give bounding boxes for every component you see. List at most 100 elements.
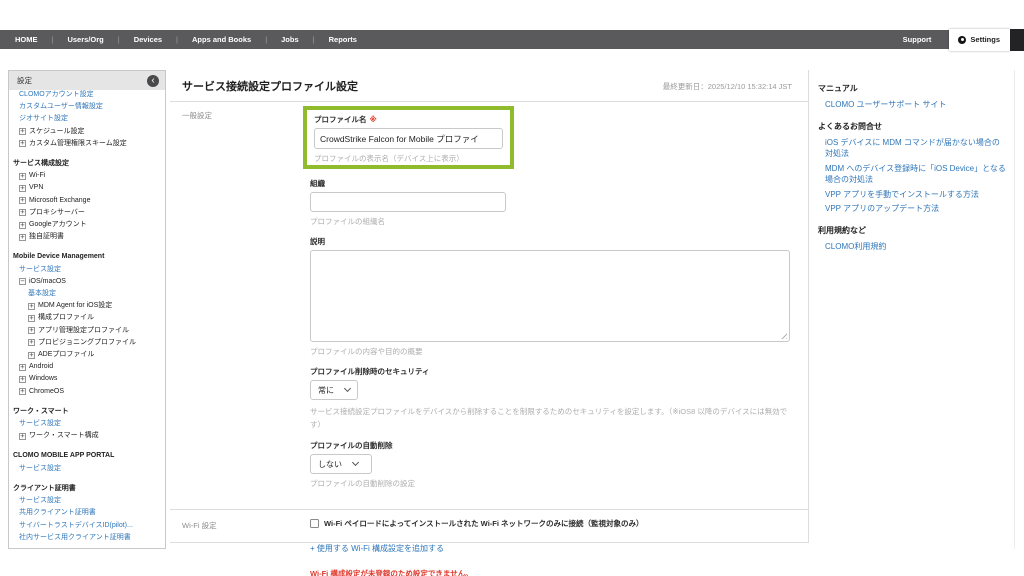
profile-name-label: プロファイル名※ — [314, 114, 503, 125]
expand-icon[interactable]: + — [19, 222, 26, 229]
sidebar-node-3[interactable]: +スケジュール設定 — [9, 126, 165, 138]
sidebar-node-21[interactable]: +Android — [9, 361, 165, 373]
expand-icon[interactable]: + — [19, 197, 26, 204]
profile-name-helper: プロファイルの表示名（デバイス上に表示） — [314, 153, 503, 164]
sidebar-item-label: ワーク・スマート — [13, 406, 69, 418]
sidebar-link-1[interactable]: カスタムユーザー情報設定 — [9, 101, 165, 113]
nav-item-home[interactable]: HOME — [15, 35, 52, 44]
sidebar-item-label: CLOMO MOBILE APP PORTAL — [13, 450, 114, 462]
support-button[interactable]: Support — [885, 35, 950, 44]
page: HOME|Users/Org|Devices|Apps and Books|Jo… — [0, 0, 1024, 576]
expand-icon[interactable]: + — [28, 352, 35, 359]
settings-sidebar: 設定 ‹ CLOMOアカウント設定カスタムユーザー情報設定ジオサイト設定+スケジ… — [8, 70, 166, 549]
profile-name-label-text: プロファイル名 — [314, 115, 367, 124]
help-link[interactable]: MDM へのデバイス登録時に「iOS Device」となる場合の対処法 — [825, 163, 1006, 186]
sidebar-node-23[interactable]: +ChromeOS — [9, 386, 165, 398]
sidebar-item-label: カスタムユーザー情報設定 — [19, 101, 103, 113]
collapse-icon[interactable]: − — [19, 278, 26, 285]
sidebar-link-28[interactable]: サービス設定 — [9, 463, 165, 475]
expand-icon[interactable]: + — [19, 364, 26, 371]
expand-icon[interactable]: + — [19, 433, 26, 440]
help-section-title-2: 利用規約など — [818, 225, 1006, 236]
sidebar-item-label: Windows — [29, 373, 57, 385]
sidebar-item-label: サービス構成設定 — [13, 158, 69, 170]
general-section-label: 一般設定 — [182, 104, 310, 501]
help-link[interactable]: CLOMO利用規約 — [825, 241, 1006, 253]
sidebar-link-13[interactable]: サービス設定 — [9, 264, 165, 276]
help-link[interactable]: iOS デバイスに MDM コマンドが届かない場合の対処法 — [825, 137, 1006, 160]
description-textarea[interactable] — [310, 250, 790, 342]
expand-icon[interactable]: + — [28, 327, 35, 334]
sidebar-link-33[interactable]: 社内サービス用クライアント証明書 — [9, 532, 165, 544]
sidebar-node-16[interactable]: +MDM Agent for iOS設定 — [9, 300, 165, 312]
sidebar-link-30[interactable]: サービス設定 — [9, 495, 165, 507]
help-section-title-1: よくあるお問合せ — [818, 121, 1006, 132]
expand-icon[interactable]: + — [19, 140, 26, 147]
sidebar-node-26[interactable]: +ワーク・スマート構成 — [9, 430, 165, 442]
help-link[interactable]: VPP アプリを手動でインストールする方法 — [825, 189, 1006, 201]
nav-endcap — [1010, 29, 1024, 51]
sidebar-node-17[interactable]: +構成プロファイル — [9, 312, 165, 324]
expand-icon[interactable]: + — [28, 303, 35, 310]
expand-icon[interactable]: + — [19, 173, 26, 180]
sidebar-link-25[interactable]: サービス設定 — [9, 418, 165, 430]
sidebar-item-label: サービス設定 — [19, 264, 61, 276]
expand-icon[interactable]: + — [28, 315, 35, 322]
sidebar-link-15[interactable]: 基本設定 — [9, 288, 165, 300]
organization-helper: プロファイルの組織名 — [310, 216, 790, 227]
sidebar-node-19[interactable]: +プロビジョニングプロファイル — [9, 337, 165, 349]
help-link[interactable]: CLOMO ユーザーサポート サイト — [825, 99, 1006, 111]
removal-security-label: プロファイル削除時のセキュリティ — [310, 366, 790, 377]
expand-icon[interactable]: + — [19, 388, 26, 395]
add-wifi-config-link[interactable]: + 使用する Wi-Fi 構成設定を追加する — [310, 543, 790, 554]
collapse-sidebar-button[interactable]: ‹ — [147, 75, 159, 87]
sidebar-link-31[interactable]: 共用クライアント証明書 — [9, 507, 165, 519]
sidebar-item-label: クライアント証明書 — [13, 483, 76, 495]
expand-icon[interactable]: + — [19, 209, 26, 216]
settings-tab[interactable]: Settings — [949, 29, 1010, 51]
sidebar-node-6[interactable]: +Wi-Fi — [9, 170, 165, 182]
sidebar-node-7[interactable]: +VPN — [9, 182, 165, 194]
sidebar-node-11[interactable]: +独自証明書 — [9, 231, 165, 243]
removal-security-value: 常に — [318, 385, 334, 396]
removal-security-select[interactable]: 常に — [310, 380, 358, 400]
chevron-down-icon — [344, 385, 351, 392]
sidebar-link-32[interactable]: サイバートラストデバイスID(pilot)... — [9, 520, 165, 532]
wifi-payload-checkbox[interactable] — [310, 519, 319, 528]
auto-remove-select[interactable]: しない — [310, 454, 372, 474]
sidebar-node-4[interactable]: +カスタム管理権限スキーム設定 — [9, 138, 165, 150]
highlight-box: プロファイル名※ プロファイルの表示名（デバイス上に表示） — [303, 106, 514, 169]
sidebar-item-label: プロキシサーバー — [29, 207, 85, 219]
nav-item-users-org[interactable]: Users/Org — [53, 35, 117, 44]
general-settings-row: 一般設定 プロファイル名※ プロファイルの表示名（デバイス上に表示） 組織 プロ… — [170, 102, 808, 509]
help-link[interactable]: VPP アプリのアップデート方法 — [825, 203, 1006, 215]
sidebar-node-14[interactable]: −iOS/macOS — [9, 276, 165, 288]
sidebar-item-label: ジオサイト設定 — [19, 113, 68, 125]
sidebar-item-label: スケジュール設定 — [29, 126, 85, 138]
sidebar-node-9[interactable]: +プロキシサーバー — [9, 207, 165, 219]
help-panel: マニュアルCLOMO ユーザーサポート サイトよくあるお問合せiOS デバイスに… — [812, 70, 1015, 549]
sidebar-link-0[interactable]: CLOMOアカウント設定 — [9, 89, 165, 101]
expand-icon[interactable]: + — [19, 234, 26, 241]
nav-item-devices[interactable]: Devices — [120, 35, 176, 44]
sidebar-link-2[interactable]: ジオサイト設定 — [9, 113, 165, 125]
sidebar-node-22[interactable]: +Windows — [9, 373, 165, 385]
wifi-checkbox-label: Wi-Fi ペイロードによってインストールされた Wi-Fi ネットワークのみに… — [324, 518, 644, 529]
expand-icon[interactable]: + — [19, 376, 26, 383]
nav-item-jobs[interactable]: Jobs — [267, 35, 313, 44]
settings-tab-label: Settings — [970, 35, 1000, 44]
sidebar-node-20[interactable]: +ADEプロファイル — [9, 349, 165, 361]
auto-remove-helper: プロファイルの自動削除の設定 — [310, 478, 790, 489]
sidebar-node-8[interactable]: +Microsoft Exchange — [9, 195, 165, 207]
expand-icon[interactable]: + — [19, 185, 26, 192]
chevron-down-icon — [352, 459, 359, 466]
expand-icon[interactable]: + — [28, 339, 35, 346]
profile-name-input[interactable] — [314, 128, 503, 149]
nav-item-reports[interactable]: Reports — [315, 35, 371, 44]
organization-input[interactable] — [310, 192, 506, 212]
sidebar-node-10[interactable]: +Googleアカウント — [9, 219, 165, 231]
sidebar-node-18[interactable]: +アプリ管理設定プロファイル — [9, 325, 165, 337]
expand-icon[interactable]: + — [19, 128, 26, 135]
sidebar-item-label: Android — [29, 361, 53, 373]
nav-item-apps-and-books[interactable]: Apps and Books — [178, 35, 265, 44]
